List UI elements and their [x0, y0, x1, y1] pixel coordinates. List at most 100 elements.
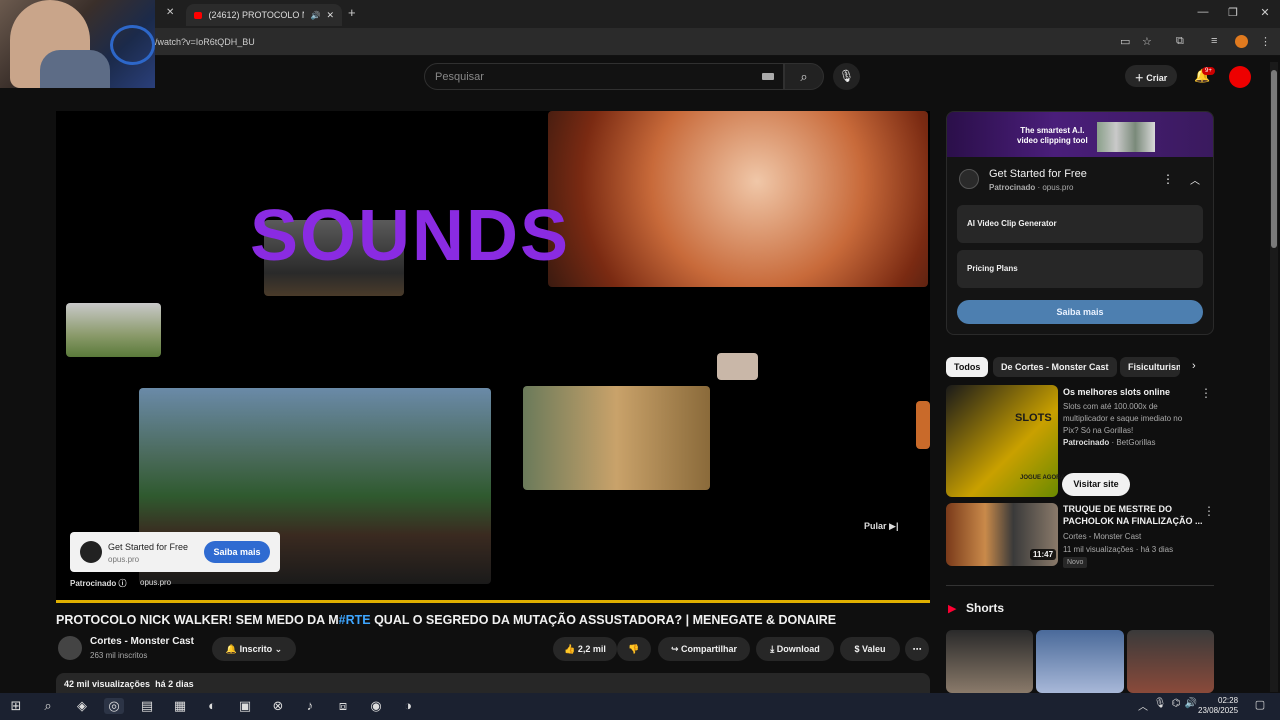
thanks-button[interactable]: $ Valeu [840, 637, 900, 661]
youtube-icon [194, 11, 203, 19]
recommendation-meta: 11 mil visualizações · há 3 dias [1063, 545, 1174, 554]
search-icon[interactable]: ⌕ [38, 698, 58, 714]
steam-icon[interactable]: ◑ [398, 698, 418, 713]
opus-logo-icon [959, 169, 979, 189]
browser-tab-active[interactable]: (24612) PROTOCOLO NICK WALKER! SEM MEDO … [186, 4, 342, 26]
browser-menu-icon[interactable]: ⋮ [1260, 35, 1271, 48]
extensions-icon[interactable]: ⧉ [1176, 35, 1184, 48]
app-icon[interactable]: ▣ [235, 698, 255, 714]
recommendation-desc: Slots com até 100.000x de multiplicador e… [1063, 402, 1183, 435]
chip-bodybuilding[interactable]: Fisiculturismo [1120, 357, 1180, 377]
side-ad-banner-text: The smartest A.I. video clipping tool [1017, 126, 1088, 145]
more-icon[interactable]: ⋮ [1200, 386, 1212, 400]
thumbnail-text: SLOTS [1015, 412, 1052, 424]
player-ad-url: opus.pro [108, 555, 140, 564]
soccer-clip [66, 303, 161, 357]
bookmark-star-icon[interactable]: ☆ [1142, 35, 1152, 48]
url-text[interactable]: /watch?v=IoR6tQDH_BU [155, 37, 255, 47]
sponsored-url[interactable]: opus.pro [140, 578, 171, 587]
notification-badge: 9+ [1202, 67, 1215, 75]
divider [946, 585, 1214, 586]
cast-icon[interactable]: ▭ [1120, 35, 1130, 48]
search-button[interactable]: ⌕ [784, 63, 824, 90]
short-thumbnail[interactable] [1036, 630, 1124, 693]
info-icon[interactable]: ⓘ [118, 579, 126, 588]
more-icon[interactable]: ⋮ [1203, 504, 1215, 518]
chip-all[interactable]: Todos [946, 357, 989, 377]
chip-channel[interactable]: De Cortes - Monster Cast [993, 357, 1117, 377]
side-ad-title[interactable]: Get Started for Free [989, 168, 1087, 180]
channel-name[interactable]: Cortes - Monster Cast [90, 636, 194, 647]
side-ad-link-pricing[interactable]: Pricing Plans [957, 250, 1203, 288]
webcam-overlay [0, 0, 155, 88]
shorts-icon: ▶ [948, 603, 957, 615]
restore-icon[interactable]: ❐ [1223, 6, 1243, 19]
video-player[interactable] [56, 111, 930, 603]
scrollbar-thumb[interactable] [1271, 70, 1277, 248]
chevron-up-icon[interactable]: ︿ [1190, 172, 1200, 187]
recommendation-title[interactable]: TRUQUE DE MESTRE DO PACHOLOK NA FINALIZAÇ… [1063, 503, 1203, 527]
subscribed-button[interactable]: 🔔 Inscrito ⌄ [212, 637, 296, 661]
side-ad-card: The smartest A.I. video clipping tool Get… [946, 111, 1214, 335]
tiktok-icon[interactable]: ♪ [300, 698, 320, 713]
media-queue-icon[interactable]: ≡ [1211, 35, 1217, 47]
like-button[interactable]: 👍 2,2 mil [553, 637, 617, 661]
thumbnail-cta: JOGUE AGORA [1020, 475, 1065, 481]
short-thumbnail[interactable] [1127, 630, 1214, 693]
store-icon[interactable]: ▦ [170, 698, 190, 714]
upload-age: há 2 dias [155, 679, 194, 689]
windows-start-icon[interactable]: ⊞ [6, 698, 26, 714]
search-input[interactable]: Pesquisar [424, 63, 784, 90]
share-button[interactable]: ↪ Compartilhar [658, 637, 750, 661]
minimize-icon[interactable]: — [1193, 6, 1213, 18]
chevron-right-icon[interactable]: › [1192, 360, 1196, 372]
create-button[interactable]: ＋ Criar [1125, 65, 1177, 87]
opus-logo-icon [80, 541, 102, 563]
player-ad-cta-button[interactable]: Saiba mais [204, 541, 270, 563]
voice-search-button[interactable]: 🎙 [833, 63, 860, 90]
chrome-icon[interactable]: ◎ [104, 698, 124, 714]
taskbar-clock[interactable]: 02:28 23/08/2025 [1198, 696, 1238, 716]
bell-icon: 🔔 [225, 644, 240, 654]
visit-site-button[interactable]: Visitar site [1062, 473, 1130, 496]
more-actions-button[interactable]: ⋯ [905, 637, 929, 661]
keyboard-icon[interactable] [762, 73, 774, 80]
obs-icon[interactable]: ◉ [366, 698, 386, 714]
video-title: PROTOCOLO NICK WALKER! SEM MEDO DA M#RTE… [56, 613, 837, 627]
xbox-icon[interactable]: ⊗ [268, 698, 288, 714]
hashtag-link[interactable]: #RTE [339, 613, 371, 627]
view-count: 42 mil visualizações [64, 679, 151, 689]
side-ad-link-clip-generator[interactable]: AI Video Clip Generator [957, 205, 1203, 243]
channel-avatar[interactable] [58, 636, 82, 660]
description-box[interactable]: 42 mil visualizações há 2 dias [56, 673, 930, 693]
video-duration: 11:47 [1030, 549, 1057, 560]
steam-icon[interactable]: ◐ [202, 698, 222, 713]
tab-close-icon[interactable]: ✕ [326, 10, 334, 21]
recommendation-sponsor: Patrocinado · BetGorillas [1063, 438, 1156, 447]
search-icon: ⌕ [800, 69, 808, 84]
recommendation-title[interactable]: Os melhores slots online [1063, 386, 1170, 398]
file-explorer-icon[interactable]: ▤ [137, 698, 157, 714]
small-clip [717, 353, 758, 380]
edge-clip [916, 401, 930, 449]
tab-close-icon[interactable]: ✕ [166, 7, 174, 18]
side-ad-menu-icon[interactable]: ⋮ [1162, 172, 1174, 186]
banner-thumbnails [1097, 122, 1155, 152]
skip-ad-button[interactable]: Pular ▶| [864, 521, 898, 532]
recommendation-channel[interactable]: Cortes - Monster Cast [1063, 531, 1141, 543]
side-ad-cta-button[interactable]: Saiba mais [957, 300, 1203, 324]
close-window-icon[interactable]: ✕ [1255, 6, 1275, 19]
download-button[interactable]: ⤓ Download [756, 637, 834, 661]
notifications-icon[interactable]: ▢ [1250, 698, 1270, 711]
share-icon: ↪ [670, 644, 682, 654]
dislike-button[interactable]: 👎 [617, 637, 651, 661]
short-thumbnail[interactable] [946, 630, 1033, 693]
ad-progress-bar[interactable] [56, 600, 930, 603]
profile-avatar[interactable] [1235, 35, 1248, 48]
account-avatar[interactable] [1229, 66, 1251, 88]
thumbs-down-icon: 👎 [628, 644, 640, 654]
player-ad-title[interactable]: Get Started for Free [108, 542, 188, 552]
new-tab-button[interactable]: + [348, 5, 356, 20]
copilot-icon[interactable]: ◈ [72, 698, 92, 714]
editor-icon[interactable]: ⧈ [333, 698, 353, 714]
